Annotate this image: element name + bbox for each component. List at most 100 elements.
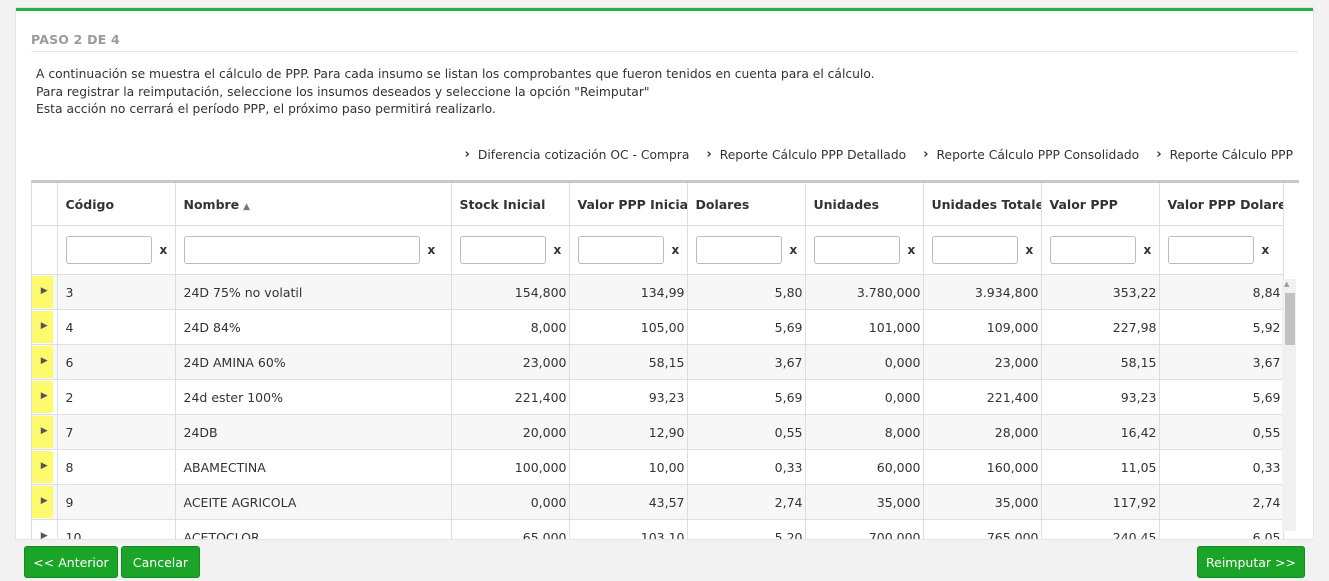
clear-filter-icon[interactable]: x (1026, 243, 1034, 257)
cell-tot: 23,000 (923, 344, 1042, 380)
filter-row: x x x x x x x x x (32, 225, 1284, 275)
col-nombre[interactable]: Nombre ▲ (175, 183, 452, 226)
cell-dolares: 2,74 (687, 484, 806, 520)
expand-arrow-icon[interactable]: ▶ (41, 356, 48, 366)
cell-ppp_usd: 2,74 (1159, 484, 1284, 520)
col-valor-ppp-inicial[interactable]: Valor PPP Inicial (569, 183, 688, 226)
expand-arrow-icon[interactable]: ▶ (41, 461, 48, 471)
cell-codigo: 4 (57, 309, 176, 345)
row-expander[interactable]: ▶ (32, 414, 58, 450)
cell-tot: 35,000 (923, 484, 1042, 520)
intro-line: Para registrar la reimputación, seleccio… (36, 84, 650, 99)
link-reporte-detallado[interactable]: › Reporte Cálculo PPP Detallado (706, 147, 906, 162)
chevron-right-icon: › (1156, 147, 1162, 162)
filter-unidades-input[interactable] (813, 236, 900, 264)
grid-scrollbar[interactable]: ▲ (1282, 279, 1296, 531)
cell-ppp: 117,92 (1041, 484, 1160, 520)
scroll-thumb[interactable] (1285, 293, 1295, 345)
clear-filter-icon[interactable]: x (908, 243, 916, 257)
cell-codigo: 10 (57, 519, 176, 539)
intro-line: Esta acción no cerrará el período PPP, e… (36, 102, 496, 116)
row-expander[interactable]: ▶ (32, 344, 58, 380)
col-valor-ppp[interactable]: Valor PPP (1041, 183, 1160, 226)
chevron-right-icon: › (706, 147, 712, 162)
cell-ppp_usd: 0,33 (1159, 449, 1284, 485)
link-reporte-ppp[interactable]: › Reporte Cálculo PPP (1156, 147, 1293, 162)
cell-ppp_ini: 43,57 (569, 484, 688, 520)
col-dolares[interactable]: Dolares (687, 183, 806, 226)
expand-arrow-icon[interactable]: ▶ (41, 286, 48, 296)
cell-codigo: 8 (57, 449, 176, 485)
reimputar-button[interactable]: Reimputar >> (1197, 546, 1305, 578)
table-row[interactable]: ▶ 10 ACETOCLOR 65,000 103,10 5,20 700,000 765,0… (32, 519, 1284, 540)
row-expander[interactable]: ▶ (32, 274, 58, 310)
table-row[interactable]: ▶ 8 ABAMECTINA 100,000 10,00 0,33 60,000 160,00… (32, 449, 1284, 485)
cell-ppp_ini: 103,10 (569, 519, 688, 539)
cell-ppp_usd: 5,69 (1159, 379, 1284, 415)
col-expander (32, 183, 58, 226)
clear-filter-icon[interactable]: x (428, 243, 436, 257)
table-row[interactable]: ▶ 6 24D AMINA 60% 23,000 58,15 3,67 0,000 23,00… (32, 344, 1284, 380)
expand-arrow-icon[interactable]: ▶ (41, 496, 48, 506)
table-row[interactable]: ▶ 7 24DB 20,000 12,90 0,55 8,000 28,000 16,42 0,5… (32, 414, 1284, 450)
link-reporte-consolidado[interactable]: › Reporte Cálculo PPP Consolidado (923, 147, 1139, 162)
filter-stock-input[interactable] (459, 236, 546, 264)
ppp-table: Código Nombre ▲ Stock Inicial Valor PPP I… (32, 183, 1284, 539)
col-valor-ppp-dolares[interactable]: Valor PPP Dolares (1159, 183, 1284, 226)
cell-unidades: 8,000 (805, 414, 924, 450)
row-expander[interactable]: ▶ (32, 309, 58, 345)
chevron-right-icon: › (923, 147, 929, 162)
cell-tot: 221,400 (923, 379, 1042, 415)
clear-filter-icon[interactable]: x (672, 243, 680, 257)
cell-tot: 109,000 (923, 309, 1042, 345)
col-stock-inicial[interactable]: Stock Inicial (451, 183, 570, 226)
cell-ppp_usd: 5,92 (1159, 309, 1284, 345)
row-expander[interactable]: ▶ (32, 449, 58, 485)
filter-ppp-inicial-input[interactable] (577, 236, 664, 264)
row-expander[interactable]: ▶ (32, 519, 58, 540)
cell-dolares: 0,55 (687, 414, 806, 450)
table-row[interactable]: ▶ 9 ACEITE AGRICOLA 0,000 43,57 2,74 35,000 35,… (32, 484, 1284, 520)
expand-arrow-icon[interactable]: ▶ (41, 426, 48, 436)
filter-valor-ppp-input[interactable] (1049, 236, 1136, 264)
filter-dolares-input[interactable] (695, 236, 782, 264)
col-unidades[interactable]: Unidades (805, 183, 924, 226)
cell-codigo: 7 (57, 414, 176, 450)
expand-arrow-icon[interactable]: ▶ (41, 391, 48, 401)
cell-ppp_usd: 0,55 (1159, 414, 1284, 450)
table-row[interactable]: ▶ 4 24D 84% 8,000 105,00 5,69 101,000 109,000 22… (32, 309, 1284, 345)
clear-filter-icon[interactable]: x (160, 243, 168, 257)
filter-nombre-input[interactable] (183, 236, 420, 264)
table-row[interactable]: ▶ 3 24D 75% no volatil 154,800 134,99 5,80 3.7… (32, 274, 1284, 310)
expand-arrow-icon[interactable]: ▶ (41, 531, 48, 540)
cell-stock: 154,800 (451, 274, 570, 310)
row-expander[interactable]: ▶ (32, 379, 58, 415)
step-title: PASO 2 DE 4 (31, 32, 120, 47)
expand-arrow-icon[interactable]: ▶ (41, 321, 48, 331)
cell-ppp: 58,15 (1041, 344, 1160, 380)
cell-dolares: 5,69 (687, 309, 806, 345)
previous-button[interactable]: << Anterior (24, 546, 118, 578)
col-codigo[interactable]: Código (57, 183, 176, 226)
cell-unidades: 3.780,000 (805, 274, 924, 310)
clear-filter-icon[interactable]: x (1262, 243, 1270, 257)
cancel-button[interactable]: Cancelar (121, 546, 200, 578)
report-links: › Diferencia cotización OC - Compra › Repo… (448, 147, 1293, 162)
cell-ppp: 11,05 (1041, 449, 1160, 485)
col-unidades-totales[interactable]: Unidades Totales (923, 183, 1042, 226)
clear-filter-icon[interactable]: x (790, 243, 798, 257)
scroll-up-icon[interactable]: ▲ (1284, 280, 1289, 288)
wizard-panel: PASO 2 DE 4 A continuación se muestra el… (16, 8, 1313, 539)
filter-unidades-totales-input[interactable] (931, 236, 1018, 264)
cell-nombre: 24D 75% no volatil (175, 274, 452, 310)
clear-filter-icon[interactable]: x (1144, 243, 1152, 257)
cell-unidades: 0,000 (805, 379, 924, 415)
row-expander[interactable]: ▶ (32, 484, 58, 520)
clear-filter-icon[interactable]: x (554, 243, 562, 257)
table-row[interactable]: ▶ 2 24d ester 100% 221,400 93,23 5,69 0,000 221… (32, 379, 1284, 415)
cell-stock: 20,000 (451, 414, 570, 450)
link-diferencia-cotizacion[interactable]: › Diferencia cotización OC - Compra (465, 147, 690, 162)
cell-dolares: 3,67 (687, 344, 806, 380)
filter-codigo-input[interactable] (65, 236, 152, 264)
filter-valor-ppp-dolares-input[interactable] (1167, 236, 1254, 264)
